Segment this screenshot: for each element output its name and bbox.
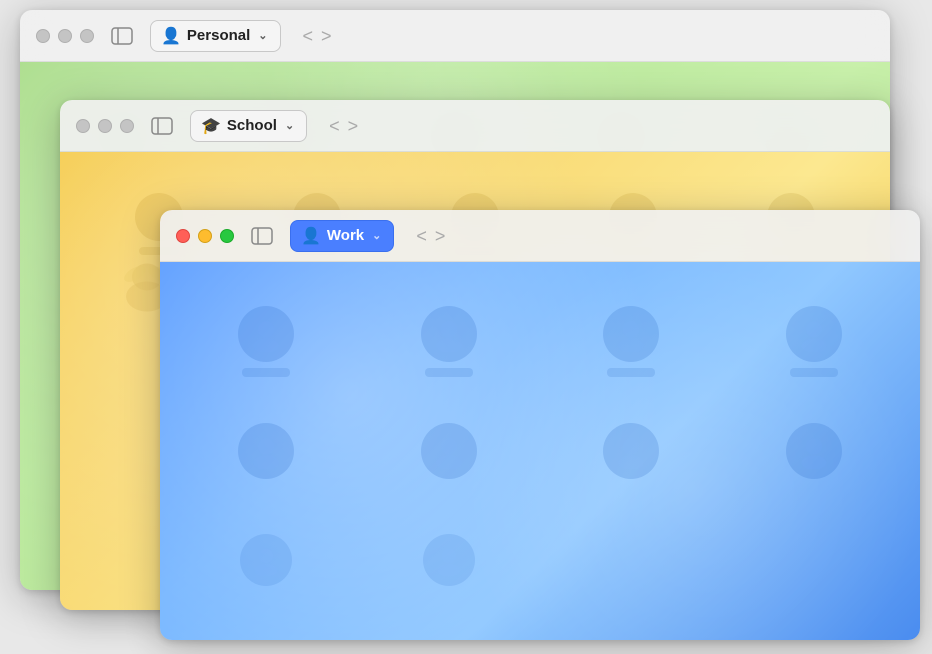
traffic-lights-work [176,229,234,243]
traffic-lights-school [76,119,134,133]
maximize-button-personal[interactable] [80,29,94,43]
content-work [160,262,920,640]
nav-arrows-personal: < > [303,27,332,45]
school-label: School [227,117,277,134]
group-pill-personal[interactable]: 👤 Personal ⌄ [150,20,281,52]
nav-back-personal[interactable]: < [303,27,314,45]
group-pill-work[interactable]: 👤 Work ⌄ [290,220,394,252]
titlebar-personal: 👤 Personal ⌄ < > [20,10,890,62]
school-icon: 🎓 [201,116,221,136]
work-icon: 👤 [301,226,321,246]
nav-back-school[interactable]: < [329,117,340,135]
sidebar-toggle-school[interactable] [148,115,176,137]
nav-back-work[interactable]: < [416,227,427,245]
close-button-school[interactable] [76,119,90,133]
sidebar-toggle-work[interactable] [248,225,276,247]
nav-forward-school[interactable]: > [348,117,359,135]
traffic-lights-personal [36,29,94,43]
sidebar-toggle-personal[interactable] [108,25,136,47]
nav-forward-work[interactable]: > [435,227,446,245]
work-label: Work [327,227,364,244]
nav-arrows-school: < > [329,117,358,135]
titlebar-work: 👤 Work ⌄ < > [160,210,920,262]
minimize-button-personal[interactable] [58,29,72,43]
group-pill-school[interactable]: 🎓 School ⌄ [190,110,307,142]
close-button-personal[interactable] [36,29,50,43]
minimize-button-school[interactable] [98,119,112,133]
personal-icon: 👤 [161,26,181,46]
chevron-down-icon: ⌄ [258,29,267,42]
nav-forward-personal[interactable]: > [321,27,332,45]
chevron-down-icon-school: ⌄ [285,119,294,132]
minimize-button-work[interactable] [198,229,212,243]
window-work[interactable]: 👤 Work ⌄ < > [160,210,920,640]
nav-arrows-work: < > [416,227,445,245]
contact-grid-work [160,262,920,640]
maximize-button-work[interactable] [220,229,234,243]
maximize-button-school[interactable] [120,119,134,133]
close-button-work[interactable] [176,229,190,243]
personal-label: Personal [187,27,250,44]
titlebar-school: 🎓 School ⌄ < > [60,100,890,152]
chevron-down-icon-work: ⌄ [372,229,381,242]
